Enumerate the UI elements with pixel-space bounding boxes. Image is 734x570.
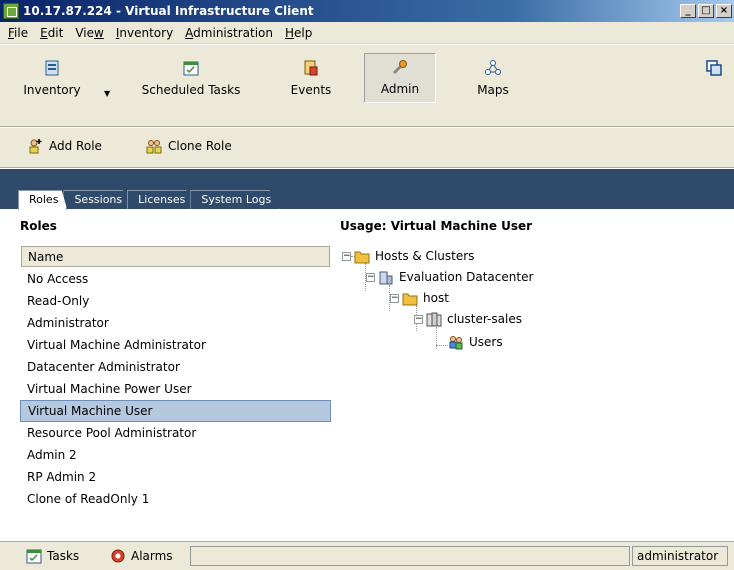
roles-title: Roles xyxy=(20,219,57,233)
roles-panel: Roles Usage: Virtual Machine User Name N… xyxy=(0,209,734,541)
status-bar: Tasks Alarms administrator xyxy=(0,541,734,570)
title-bar: 10.17.87.224 - Virtual Infrastructure Cl… xyxy=(0,0,734,22)
calendar-icon xyxy=(183,61,199,76)
tab-licenses[interactable]: Licenses xyxy=(127,190,195,210)
menu-edit[interactable]: Edit xyxy=(34,26,69,40)
close-button[interactable]: × xyxy=(716,4,732,18)
tree-node-hosts-clusters[interactable]: − Hosts & Clusters xyxy=(342,246,474,266)
maximize-button[interactable]: □ xyxy=(698,4,714,18)
collapse-icon[interactable]: − xyxy=(390,293,399,303)
events-icon xyxy=(304,60,318,76)
tab-roles[interactable]: Roles xyxy=(18,190,68,210)
current-user: administrator xyxy=(632,546,728,566)
menu-view[interactable]: View xyxy=(69,26,110,40)
role-row[interactable]: Resource Pool Administrator xyxy=(20,422,331,444)
status-message-field xyxy=(190,546,630,566)
vmware-logo xyxy=(700,53,728,103)
menu-help[interactable]: Help xyxy=(279,26,318,40)
collapse-icon[interactable]: − xyxy=(366,272,375,282)
app-icon xyxy=(3,3,19,19)
tree-node-users[interactable]: Users xyxy=(448,332,503,352)
role-row[interactable]: Admin 2 xyxy=(20,444,331,466)
users-icon xyxy=(449,336,463,350)
collapse-icon[interactable]: − xyxy=(342,251,351,261)
menu-bar: File Edit View Inventory Administration … xyxy=(0,22,734,44)
role-row[interactable]: No Access xyxy=(20,268,331,290)
menu-inventory[interactable]: Inventory xyxy=(110,26,179,40)
alarm-icon xyxy=(111,549,125,563)
navigation-toolbar: Inventory ▼ Scheduled Tasks Events Admin xyxy=(0,45,734,127)
action-toolbar: Add Role Clone Role xyxy=(0,128,734,168)
role-row[interactable]: Clone of ReadOnly 1 xyxy=(20,488,331,510)
window-title: 10.17.87.224 - Virtual Infrastructure Cl… xyxy=(23,4,314,18)
role-row[interactable]: Datacenter Administrator xyxy=(20,356,331,378)
vmware-logo-icon xyxy=(706,60,722,76)
alarms-button[interactable]: Alarms xyxy=(110,548,173,564)
tasks-button[interactable]: Tasks xyxy=(26,548,79,564)
add-role-icon xyxy=(29,139,42,154)
maps-icon xyxy=(485,60,501,75)
folder-icon xyxy=(402,293,418,306)
inventory-button[interactable]: Inventory xyxy=(8,53,96,103)
tree-node-host[interactable]: − host xyxy=(390,288,449,308)
usage-title: Usage: Virtual Machine User xyxy=(340,219,533,233)
admin-button[interactable]: Admin xyxy=(364,53,436,103)
add-role-button[interactable]: Add Role xyxy=(27,138,102,154)
menu-administration[interactable]: Administration xyxy=(179,26,279,40)
tasks-icon xyxy=(26,549,42,564)
role-row[interactable]: RP Admin 2 xyxy=(20,466,331,488)
name-column-header[interactable]: Name xyxy=(21,246,330,267)
role-row[interactable]: Read-Only xyxy=(20,290,331,312)
tab-sessions[interactable]: Sessions xyxy=(63,190,132,210)
role-row[interactable]: Administrator xyxy=(20,312,331,334)
inventory-dropdown-icon[interactable]: ▼ xyxy=(104,89,110,98)
maps-button[interactable]: Maps xyxy=(468,53,518,103)
cluster-icon xyxy=(426,312,442,327)
scheduled-tasks-button[interactable]: Scheduled Tasks xyxy=(132,53,250,103)
minimize-button[interactable]: _ xyxy=(680,4,696,18)
tab-system-logs[interactable]: System Logs xyxy=(190,190,281,210)
folder-icon xyxy=(354,251,370,264)
datacenter-icon xyxy=(379,271,393,285)
roles-list: No Access Read-Only Administrator Virtua… xyxy=(20,268,331,510)
role-row[interactable]: Virtual Machine Power User xyxy=(20,378,331,400)
role-row-selected[interactable]: Virtual Machine User xyxy=(20,400,331,422)
menu-file[interactable]: File xyxy=(2,26,34,40)
wrench-icon xyxy=(392,60,407,75)
inventory-icon xyxy=(45,60,59,76)
tree-node-datacenter[interactable]: − Evaluation Datacenter xyxy=(366,267,533,287)
admin-tabs: Roles Sessions Licenses System Logs xyxy=(18,190,281,210)
tree-node-cluster[interactable]: − cluster-sales xyxy=(414,309,522,329)
clone-role-button[interactable]: Clone Role xyxy=(146,138,232,154)
collapse-icon[interactable]: − xyxy=(414,314,423,324)
events-button[interactable]: Events xyxy=(280,53,342,103)
clone-role-icon xyxy=(146,140,162,154)
role-row[interactable]: Virtual Machine Administrator xyxy=(20,334,331,356)
